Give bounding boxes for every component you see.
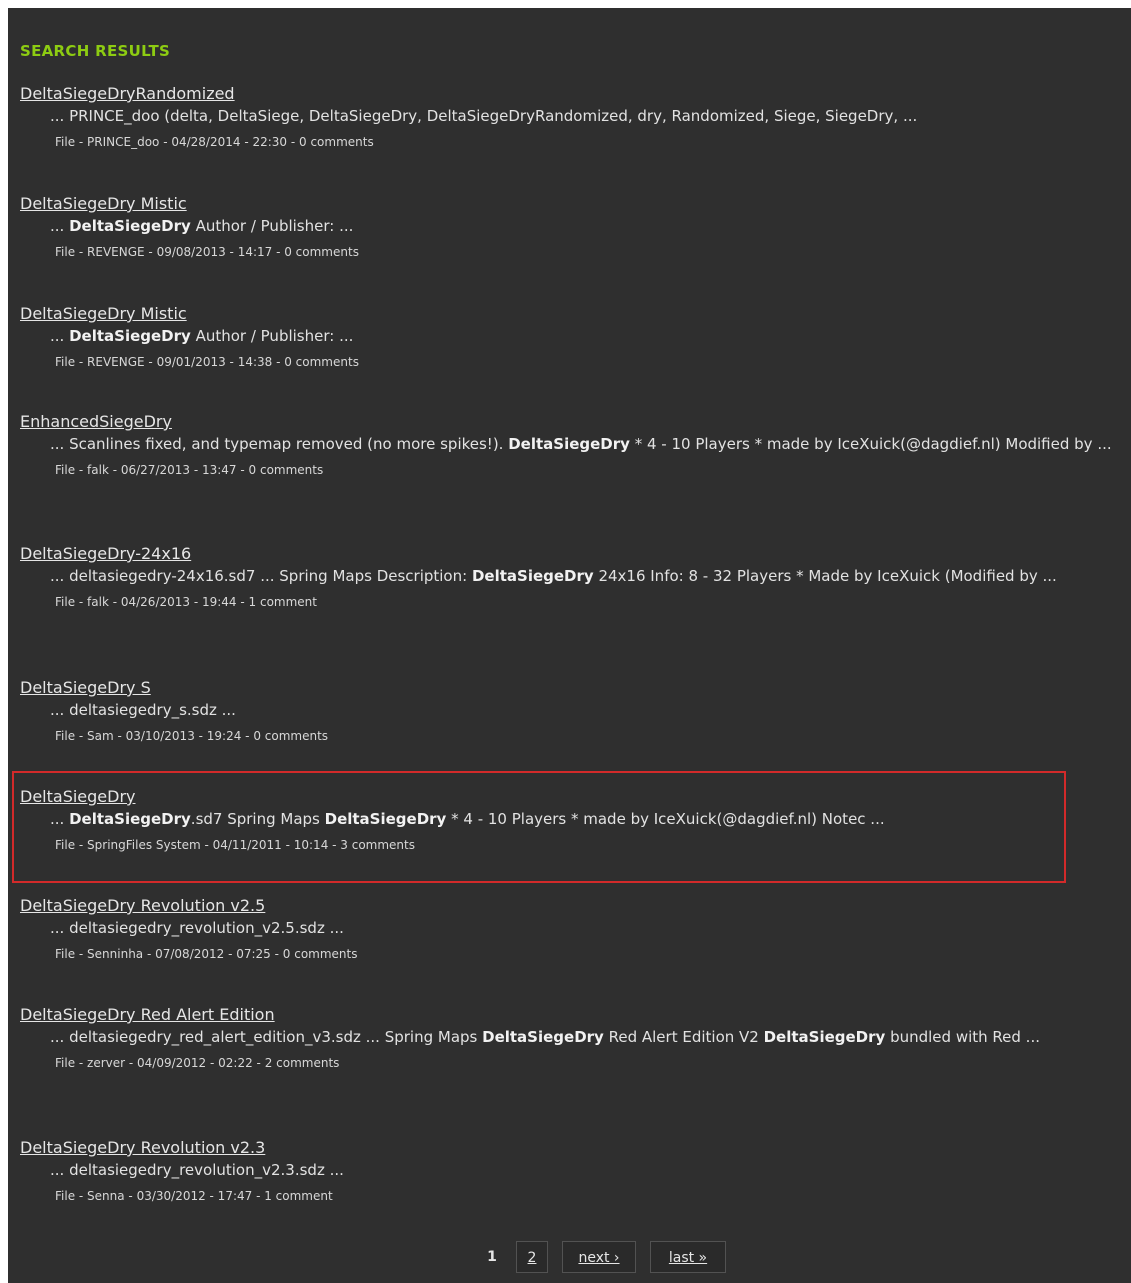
page-1-current: 1 [487,1249,497,1265]
result-title-link[interactable]: DeltaSiegeDry [20,787,1125,807]
result-title-link[interactable]: DeltaSiegeDry-24x16 [20,544,1125,564]
result-title-link[interactable]: DeltaSiegeDryRandomized [20,84,1125,104]
snippet-text: ... [50,327,70,345]
result-snippet: ... DeltaSiegeDry.sd7 Spring Maps DeltaS… [50,807,1130,831]
snippet-text: Author / Publisher: ... [190,327,354,345]
snippet-match: DeltaSiegeDry [324,810,447,828]
page-2-link[interactable]: 2 [516,1241,548,1273]
snippet-text: .sd7 Spring Maps [190,810,325,828]
result-title-link[interactable]: DeltaSiegeDry Revolution v2.3 [20,1138,1125,1158]
result-item: DeltaSiegeDry Mistic... DeltaSiegeDry Au… [20,304,1125,370]
result-item: DeltaSiegeDryRandomized ... PRINCE_doo (d… [20,84,1125,150]
snippet-text: * 4 - 10 Players * made by IceXuick(@dag… [629,435,1112,453]
result-snippet: ... DeltaSiegeDry Author / Publisher: ..… [50,214,1130,238]
result-snippet: ... deltasiegedry_revolution_v2.3.sdz ..… [50,1158,1130,1182]
next-page-link[interactable]: next › [562,1241,636,1273]
result-snippet: ... PRINCE_doo (delta, DeltaSiege, Delta… [50,104,1130,128]
result-snippet: ... Scanlines fixed, and typemap removed… [50,432,1130,456]
snippet-text: ... [50,810,70,828]
result-meta: File - zerver - 04/09/2012 - 02:22 - 2 c… [55,1056,340,1070]
snippet-text: ... PRINCE_doo (delta, DeltaSiege, Delta… [50,107,918,125]
search-results-panel: SEARCH RESULTS DeltaSiegeDryRandomized..… [8,8,1131,1283]
snippet-match: DeltaSiegeDry [69,217,191,235]
snippet-text: 24x16 Info: 8 - 32 Players * Made by Ice… [593,567,1057,585]
snippet-match: DeltaSiegeDry [69,327,191,345]
snippet-match: DeltaSiegeDry [508,435,630,453]
snippet-text: ... deltasiegedry_revolution_v2.3.sdz ..… [50,1161,344,1179]
result-snippet: ... DeltaSiegeDry Author / Publisher: ..… [50,324,1130,348]
snippet-match: DeltaSiegeDry [471,567,594,585]
result-item: DeltaSiegeDry Revolution v2.5 ... deltasi… [20,896,1125,962]
snippet-text: ... Scanlines fixed, and typemap removed… [50,435,509,453]
result-title-link[interactable]: DeltaSiegeDry S [20,678,1125,698]
snippet-text: Red Alert Edition V2 [603,1028,764,1046]
snippet-match: DeltaSiegeDry [482,1028,604,1046]
result-snippet: ... deltasiegedry_s.sdz ... [50,698,1130,722]
search-results-heading: SEARCH RESULTS [20,42,171,60]
result-item: EnhancedSiegeDry ... Scanlines fixed, and… [20,412,1125,478]
result-meta: File - Sam - 03/10/2013 - 19:24 - 0 comm… [55,729,329,743]
result-meta: File - Senna - 03/30/2012 - 17:47 - 1 co… [55,1189,333,1203]
snippet-match: DeltaSiegeDry [763,1028,886,1046]
result-item: DeltaSiegeDry... DeltaSiegeDry.sd7 Sprin… [20,787,1125,853]
result-item: DeltaSiegeDry S ... deltasiegedry_s.sdz .… [20,678,1125,744]
result-title-link[interactable]: EnhancedSiegeDry [20,412,1125,432]
result-item: DeltaSiegeDry Mistic... DeltaSiegeDry Au… [20,194,1125,260]
result-title-link[interactable]: DeltaSiegeDry Mistic [20,304,1125,324]
result-item: DeltaSiegeDry Red Alert Edition ... delta… [20,1005,1125,1071]
result-meta: File - Senninha - 07/08/2012 - 07:25 - 0… [55,947,358,961]
result-item: DeltaSiegeDry Revolution v2.3 ... deltasi… [20,1138,1125,1204]
snippet-match: DeltaSiegeDry [69,810,191,828]
snippet-text: ... deltasiegedry_revolution_v2.5.sdz ..… [50,919,344,937]
snippet-text: ... deltasiegedry_s.sdz ... [50,701,236,719]
result-meta: File - falk - 04/26/2013 - 19:44 - 1 com… [55,595,317,609]
snippet-text: bundled with Red ... [885,1028,1040,1046]
result-meta: File - PRINCE_doo - 04/28/2014 - 22:30 -… [55,135,374,149]
snippet-text: ... deltasiegedry-24x16.sd7 ... Spring M… [50,567,472,585]
result-snippet: ... deltasiegedry_revolution_v2.5.sdz ..… [50,916,1130,940]
snippet-text: * 4 - 10 Players * made by IceXuick(@dag… [446,810,885,828]
snippet-text: Author / Publisher: ... [190,217,354,235]
result-title-link[interactable]: DeltaSiegeDry Red Alert Edition [20,1005,1125,1025]
result-meta: File - falk - 06/27/2013 - 13:47 - 0 com… [55,463,324,477]
result-meta: File - SpringFiles System - 04/11/2011 -… [55,838,415,852]
snippet-text: ... deltasiegedry_red_alert_edition_v3.s… [50,1028,483,1046]
result-title-link[interactable]: DeltaSiegeDry Revolution v2.5 [20,896,1125,916]
snippet-text: ... [50,217,70,235]
last-page-link[interactable]: last » [650,1241,726,1273]
result-snippet: ... deltasiegedry-24x16.sd7 ... Spring M… [50,564,1130,588]
result-meta: File - REVENGE - 09/01/2013 - 14:38 - 0 … [55,355,359,369]
result-title-link[interactable]: DeltaSiegeDry Mistic [20,194,1125,214]
result-meta: File - REVENGE - 09/08/2013 - 14:17 - 0 … [55,245,359,259]
result-item: DeltaSiegeDry-24x16 ... deltasiegedry-24x… [20,544,1125,610]
result-snippet: ... deltasiegedry_red_alert_edition_v3.s… [50,1025,1130,1049]
